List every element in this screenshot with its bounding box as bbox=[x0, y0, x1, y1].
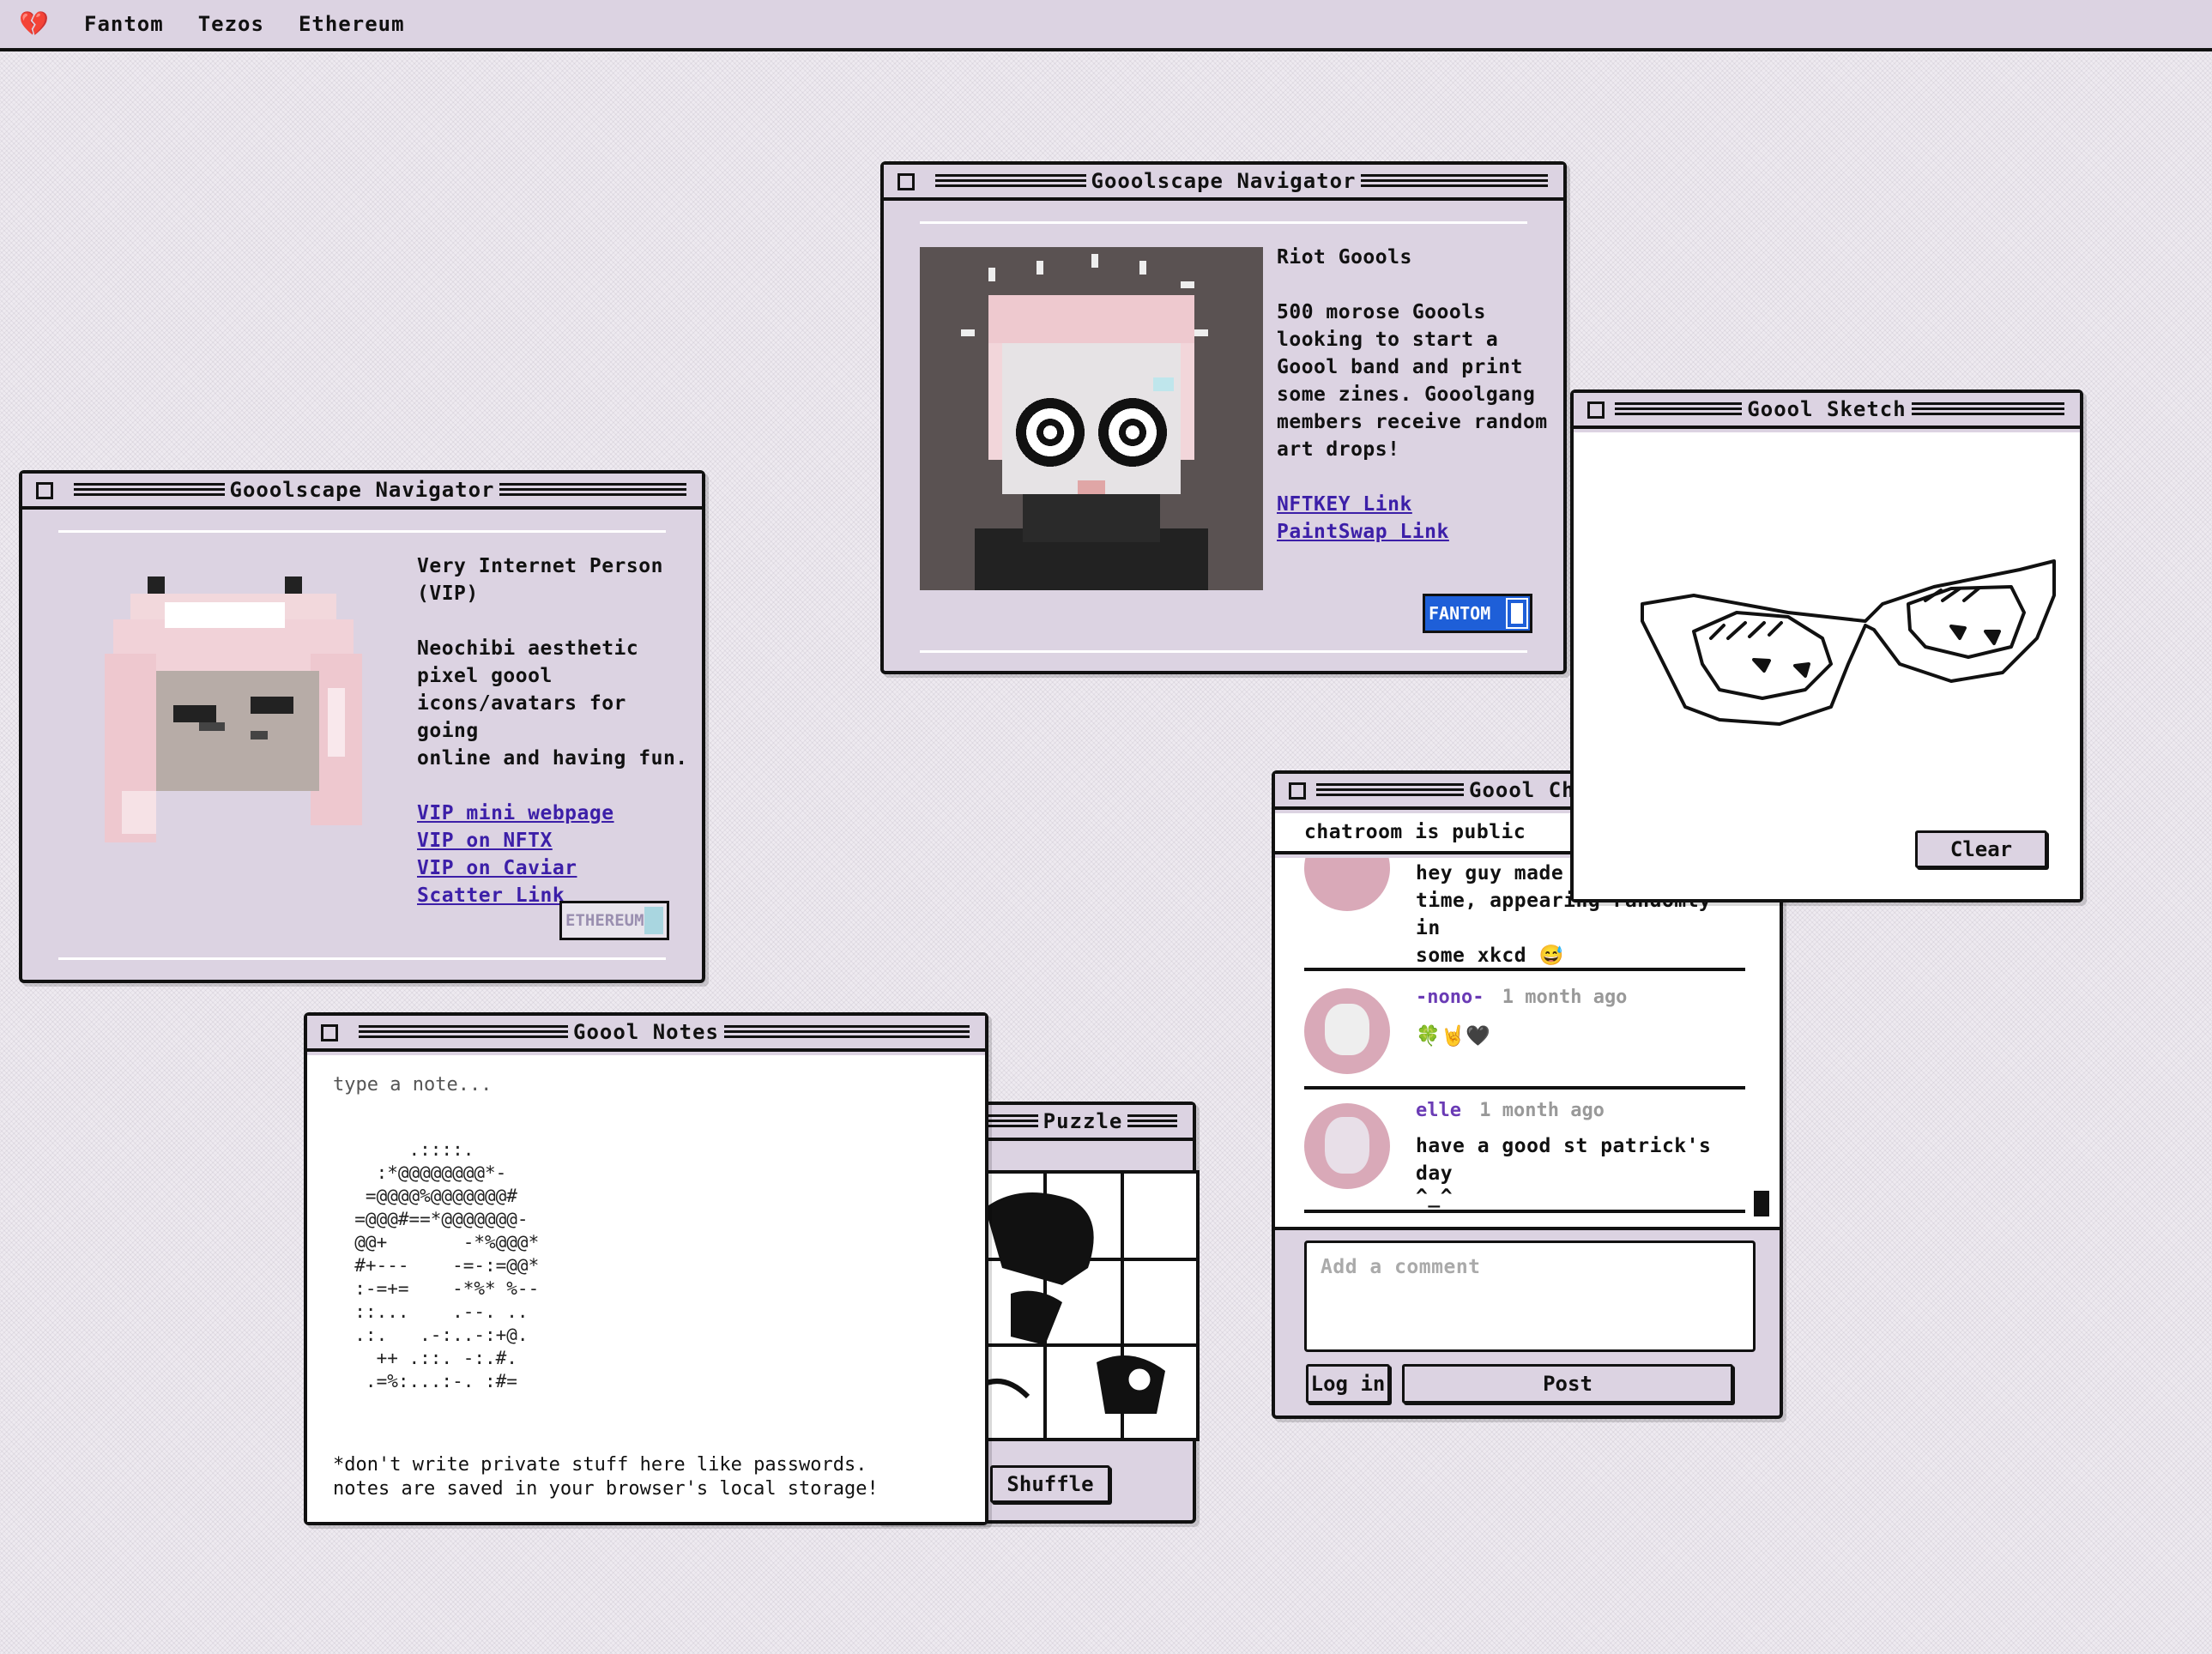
vip-title-line2: (VIP) bbox=[417, 583, 479, 605]
navigator-window-riot: Gooolscape Navigator Riot Goools 500 mor… bbox=[880, 161, 1567, 674]
window-titlebar[interactable]: Gooolscape Navigator bbox=[884, 165, 1563, 201]
notes-footer: *don't write private stuff here like pas… bbox=[333, 1453, 879, 1501]
message-text-line: have a good st patrick's day bbox=[1416, 1135, 1712, 1185]
message-timestamp: 1 month ago bbox=[1502, 987, 1628, 1008]
vip-desc-line: online and having fun. bbox=[417, 747, 688, 770]
riot-desc-line: Goool band and print bbox=[1277, 356, 1523, 378]
vip-desc-line: Neochibi aesthetic bbox=[417, 637, 639, 660]
broken-heart-icon[interactable]: 💔 bbox=[19, 12, 50, 36]
user-avatar[interactable] bbox=[1304, 988, 1390, 1074]
window-title: Goool Sketch bbox=[1742, 397, 1912, 421]
vip-mini-webpage-link[interactable]: VIP mini webpage bbox=[417, 802, 614, 824]
navigator-window-vip: Gooolscape Navigator Very Internet Perso… bbox=[19, 470, 705, 983]
notes-textarea[interactable]: type a note... .::::. :*@@@@@@@@*- =@@@@… bbox=[307, 1055, 985, 1522]
chat-message: -nono- 1 month ago 🍀🤘🖤 bbox=[1304, 975, 1745, 1090]
message-username[interactable]: elle bbox=[1416, 1100, 1461, 1121]
riot-avatar-image bbox=[920, 247, 1263, 590]
notes-window: Goool Notes type a note... .::::. :*@@@@… bbox=[304, 1012, 988, 1525]
window-title: Gooolscape Navigator bbox=[224, 478, 500, 502]
user-avatar[interactable] bbox=[1304, 858, 1390, 911]
paintswap-link[interactable]: PaintSwap Link bbox=[1277, 521, 1449, 543]
chat-messages[interactable]: hey guy made time, appearing randomly in… bbox=[1275, 858, 1780, 1230]
window-title: Gooolscape Navigator bbox=[1085, 169, 1362, 193]
riot-desc-line: 500 morose Goools bbox=[1277, 301, 1486, 323]
message-timestamp: 1 month ago bbox=[1479, 1100, 1605, 1121]
window-titlebar[interactable]: Goool Notes bbox=[307, 1016, 985, 1052]
riot-desc-line: art drops! bbox=[1277, 438, 1400, 461]
window-title: Puzzle bbox=[1037, 1109, 1128, 1133]
shuffle-button[interactable]: Shuffle bbox=[990, 1465, 1110, 1503]
glasses-drawing bbox=[1641, 559, 2056, 726]
riot-title: Riot Goools bbox=[1277, 246, 1412, 269]
close-box-icon[interactable] bbox=[897, 173, 915, 190]
notes-footer-line: *don't write private stuff here like pas… bbox=[333, 1454, 867, 1476]
vip-avatar-image bbox=[105, 576, 362, 842]
close-box-icon[interactable] bbox=[1587, 401, 1605, 419]
window-titlebar[interactable]: Gooolscape Navigator bbox=[22, 474, 702, 510]
clear-button[interactable]: Clear bbox=[1915, 830, 2047, 868]
vip-title-line1: Very Internet Person bbox=[417, 555, 663, 577]
riot-desc-line: members receive random bbox=[1277, 411, 1548, 433]
close-box-icon[interactable] bbox=[1289, 782, 1306, 800]
vip-desc-line: pixel goool bbox=[417, 665, 553, 687]
menu-item-fantom[interactable]: Fantom bbox=[84, 12, 164, 36]
fantom-icon bbox=[1506, 598, 1528, 629]
post-button[interactable]: Post bbox=[1402, 1364, 1733, 1403]
nftkey-link[interactable]: NFTKEY Link bbox=[1277, 493, 1412, 516]
menu-item-tezos[interactable]: Tezos bbox=[198, 12, 264, 36]
riot-desc-line: looking to start a bbox=[1277, 329, 1499, 351]
ethereum-badge[interactable]: ETHEREUM bbox=[559, 901, 669, 940]
close-box-icon[interactable] bbox=[321, 1024, 338, 1041]
vip-nftx-link[interactable]: VIP on NFTX bbox=[417, 830, 553, 852]
vip-desc-line: icons/avatars for going bbox=[417, 692, 626, 742]
vip-caviar-link[interactable]: VIP on Caviar bbox=[417, 857, 577, 879]
menu-item-ethereum[interactable]: Ethereum bbox=[299, 12, 405, 36]
sketch-canvas[interactable] bbox=[1574, 432, 2080, 899]
comment-input[interactable]: Add a comment bbox=[1304, 1240, 1756, 1352]
fantom-badge[interactable]: FANTOM bbox=[1423, 594, 1532, 633]
window-title: Goool Notes bbox=[568, 1020, 724, 1044]
chat-message: elle 1 month ago have a good st patrick'… bbox=[1304, 1090, 1745, 1213]
riot-desc-line: some zines. Gooolgang bbox=[1277, 383, 1536, 406]
login-button[interactable]: Log in bbox=[1306, 1364, 1390, 1403]
message-username[interactable]: -nono- bbox=[1416, 987, 1484, 1008]
sketch-window: Goool Sketch Clear bbox=[1570, 389, 2083, 902]
notes-placeholder: type a note... bbox=[333, 1074, 493, 1096]
message-text-line: 🍀🤘🖤 bbox=[1416, 1025, 1491, 1047]
close-box-icon[interactable] bbox=[36, 482, 53, 499]
notes-footer-line: notes are saved in your browser's local … bbox=[333, 1478, 879, 1500]
window-titlebar[interactable]: Goool Sketch bbox=[1574, 393, 2080, 429]
scrollbar-thumb[interactable] bbox=[1754, 1191, 1769, 1216]
menu-bar: 💔 Fantom Tezos Ethereum bbox=[0, 0, 2212, 51]
user-avatar[interactable] bbox=[1304, 1103, 1390, 1189]
window-title: Goool Ch bbox=[1464, 778, 1580, 802]
message-text-line: ^_^ bbox=[1416, 1186, 1454, 1208]
notes-ascii-art: .::::. :*@@@@@@@@*- =@@@@%@@@@@@@# =@@@#… bbox=[354, 1139, 540, 1391]
message-text-line: some xkcd 😅 bbox=[1416, 945, 1564, 967]
ethereum-icon bbox=[644, 907, 663, 934]
scatter-link[interactable]: Scatter Link bbox=[417, 884, 565, 907]
